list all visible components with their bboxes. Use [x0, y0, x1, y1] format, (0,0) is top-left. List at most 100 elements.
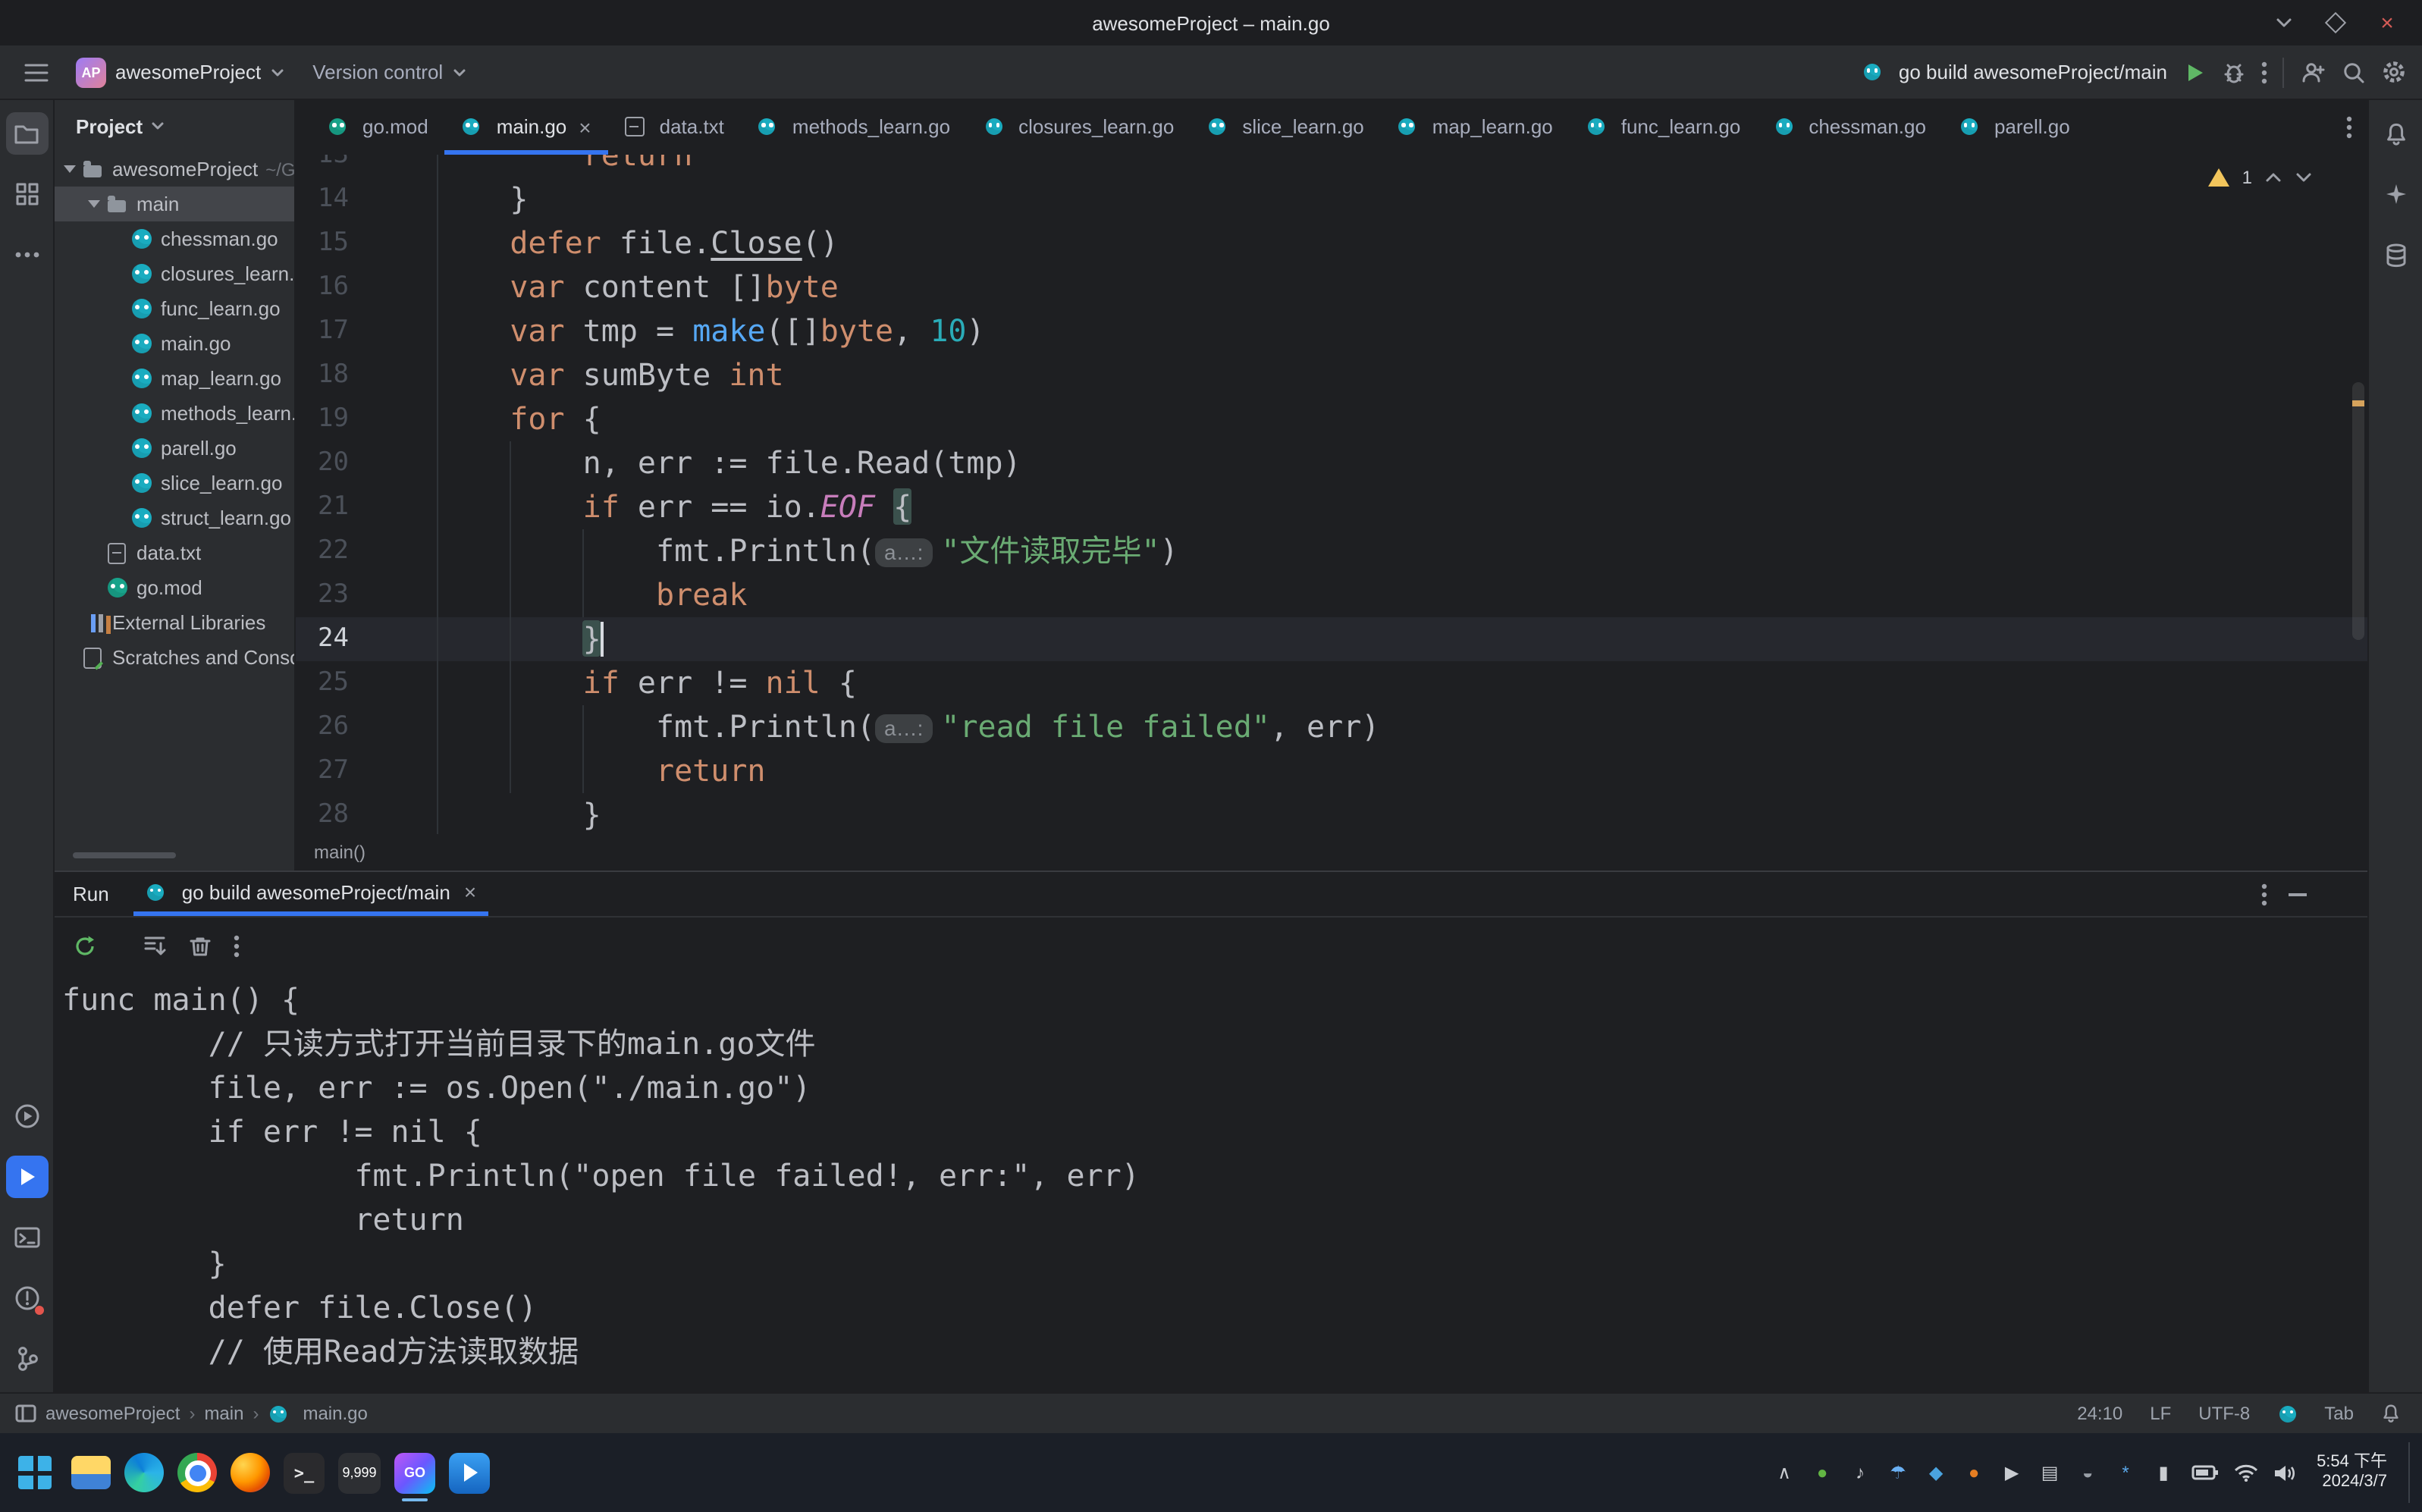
editor-tab-methods_learn.go[interactable]: methods_learn.go: [741, 100, 967, 155]
tree-item-func_learn.go[interactable]: func_learn.go: [55, 291, 294, 326]
ai-assistant-icon[interactable]: [2374, 173, 2417, 215]
tray-icon-11[interactable]: ▮: [2151, 1462, 2176, 1483]
database-tool-icon[interactable]: [2374, 234, 2417, 276]
battery-icon[interactable]: [2191, 1463, 2218, 1482]
run-button[interactable]: [2182, 60, 2207, 84]
tree-item-slice_learn.go[interactable]: slice_learn.go: [55, 466, 294, 500]
editor-tab-main.go[interactable]: main.go ×: [444, 100, 608, 155]
run-tab-close-icon[interactable]: ×: [464, 880, 476, 905]
git-tool-icon[interactable]: [5, 1338, 48, 1380]
editor-tab-go.mod[interactable]: go.mod: [311, 100, 445, 155]
volume-icon[interactable]: [2273, 1463, 2295, 1482]
debug-button[interactable]: [2222, 60, 2246, 84]
taskbar-app-chrome[interactable]: [177, 1453, 217, 1492]
tree-item-External Libraries[interactable]: External Libraries: [55, 605, 294, 640]
run-tab[interactable]: go build awesomeProject/main ×: [133, 873, 489, 917]
project-scrollbar[interactable]: [73, 852, 176, 859]
tree-item-methods_learn.go[interactable]: methods_learn.go: [55, 396, 294, 431]
services-tool-icon[interactable]: [5, 1095, 48, 1137]
tray-icon-2[interactable]: ●: [1810, 1462, 1834, 1483]
prev-warning-icon[interactable]: [2264, 171, 2282, 184]
scrollbar-thumb[interactable]: [2352, 381, 2364, 640]
tree-item-go.mod[interactable]: go.mod: [55, 570, 294, 605]
editor-code[interactable]: return } defer file.Close() var content …: [437, 155, 2346, 835]
editor-code-region[interactable]: 13 14 15 16 17 18 19 20 21 22 23 24 25 26 27 28 return …: [296, 154, 2367, 835]
editor-tab-map_learn.go[interactable]: map_learn.go: [1381, 100, 1570, 155]
caret-position[interactable]: 24:10: [2077, 1403, 2122, 1424]
terminal-tool-icon[interactable]: [5, 1216, 48, 1259]
project-tool-icon[interactable]: [5, 112, 48, 155]
tree-item-Scratches and Consoles[interactable]: Scratches and Consoles: [55, 640, 294, 675]
tree-item-chessman.go[interactable]: chessman.go: [55, 221, 294, 256]
tool-windows-icon[interactable]: [15, 1404, 36, 1423]
code-with-me-icon[interactable]: [2299, 60, 2326, 84]
tab-close-icon[interactable]: ×: [579, 115, 591, 140]
tray-icon-1[interactable]: ∧: [1772, 1462, 1796, 1483]
file-encoding[interactable]: UTF-8: [2198, 1403, 2250, 1424]
tray-icon-6[interactable]: ●: [1962, 1462, 1986, 1483]
settings-gear-icon[interactable]: [2381, 59, 2407, 85]
taskbar-clock[interactable]: 5:54 下午 2024/3/7: [2317, 1453, 2387, 1492]
clear-console-icon[interactable]: [190, 935, 211, 959]
notifications-icon[interactable]: [2381, 1403, 2401, 1424]
go-sdk-icon[interactable]: [2277, 1404, 2297, 1423]
editor-tab-closures_learn.go[interactable]: closures_learn.go: [967, 100, 1191, 155]
tray-icon-4[interactable]: ☂: [1886, 1462, 1910, 1483]
editor-tab-slice_learn.go[interactable]: slice_learn.go: [1191, 100, 1380, 155]
editor-tab-data.txt[interactable]: data.txt: [608, 100, 741, 155]
tree-item-struct_learn.go[interactable]: struct_learn.go: [55, 500, 294, 535]
tray-icon-5[interactable]: ◆: [1924, 1462, 1948, 1483]
more-actions-icon[interactable]: [2261, 60, 2267, 84]
editor-tab-func_learn.go[interactable]: func_learn.go: [1570, 100, 1758, 155]
taskbar-app-edge[interactable]: [124, 1453, 164, 1492]
rerun-icon[interactable]: [73, 935, 97, 959]
taskbar-app-chat[interactable]: 9,999: [338, 1452, 381, 1493]
tree-item-map_learn.go[interactable]: map_learn.go: [55, 361, 294, 396]
project-widget[interactable]: AP awesomeProject: [67, 51, 294, 93]
run-configuration[interactable]: go build awesomeProject/main: [1862, 61, 2167, 83]
breadcrumb[interactable]: main(): [314, 842, 365, 864]
scroll-to-end-icon[interactable]: [143, 935, 167, 959]
wifi-icon[interactable]: [2233, 1463, 2257, 1482]
editor-tab-parell.go[interactable]: parell.go: [1943, 100, 2087, 155]
tray-icon-9[interactable]: ◒: [2075, 1462, 2100, 1483]
run-options-icon[interactable]: [2261, 883, 2267, 907]
editor-scrollbar[interactable]: [2349, 155, 2367, 835]
taskbar-app-firefox[interactable]: [231, 1453, 270, 1492]
window-maximize-icon[interactable]: [2316, 6, 2355, 39]
project-panel-header[interactable]: Project: [55, 100, 294, 152]
tree-item-awesomeProject[interactable]: awesomeProject ~/Gola…: [55, 152, 294, 187]
tray-icon-8[interactable]: ▤: [2038, 1462, 2062, 1483]
tree-item-main[interactable]: main: [55, 187, 294, 221]
taskbar-app-media[interactable]: [449, 1452, 490, 1493]
tray-icon-7[interactable]: ▶: [2000, 1462, 2024, 1483]
tab-options-icon[interactable]: [2346, 115, 2352, 140]
inspections-widget[interactable]: 1: [2208, 167, 2313, 188]
warning-stripe-mark[interactable]: [2352, 400, 2364, 406]
vcs-widget[interactable]: Version control: [303, 51, 476, 93]
main-menu-icon[interactable]: [15, 51, 58, 93]
run-tool-icon[interactable]: [5, 1156, 48, 1198]
taskbar-app-terminal[interactable]: [284, 1452, 325, 1493]
search-icon[interactable]: [2342, 60, 2366, 84]
tray-icon-3[interactable]: ♪: [1848, 1462, 1872, 1483]
indent-style[interactable]: Tab: [2324, 1403, 2354, 1424]
tree-item-parell.go[interactable]: parell.go: [55, 431, 294, 466]
structure-tool-icon[interactable]: [5, 173, 48, 215]
console-more-icon[interactable]: [234, 935, 240, 959]
taskbar-app-app-blue[interactable]: [563, 1450, 608, 1495]
window-close-icon[interactable]: ×: [2367, 6, 2407, 39]
more-tools-icon[interactable]: [5, 234, 48, 276]
problems-tool-icon[interactable]: [5, 1277, 48, 1319]
window-shade-icon[interactable]: [2264, 6, 2304, 39]
taskbar-app-start[interactable]: [18, 1456, 52, 1489]
editor-tab-chessman.go[interactable]: chessman.go: [1757, 100, 1943, 155]
taskbar-app-app-pink[interactable]: [504, 1450, 549, 1495]
next-warning-icon[interactable]: [2295, 171, 2313, 184]
tray-icon-10[interactable]: *: [2113, 1462, 2138, 1483]
taskbar-app-goland[interactable]: GO: [394, 1452, 435, 1501]
notifications-bell-icon[interactable]: [2374, 112, 2417, 155]
minimize-panel-icon[interactable]: [2289, 892, 2307, 896]
show-desktop-button[interactable]: [2408, 1442, 2416, 1503]
breadcrumb-item[interactable]: awesomeProject: [45, 1403, 180, 1424]
